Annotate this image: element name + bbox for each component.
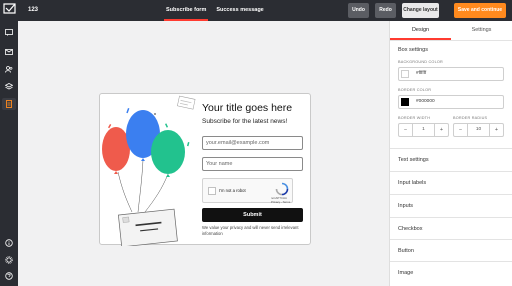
section-inputs[interactable]: Inputs — [390, 194, 512, 217]
recaptcha-terms-text: Privacy - Terms — [271, 200, 291, 204]
top-bar: 123 Subscribe form Success message Undo … — [18, 0, 512, 21]
properties-panel: Design Settings Box settings BACKGROUND … — [389, 21, 512, 286]
editor-canvas: Your title goes here Subscribe for the l… — [18, 21, 389, 286]
border-color-label: BORDER COLOR — [398, 88, 432, 92]
border-width-stepper: − 1 + — [398, 123, 449, 137]
recaptcha-label: I'm not a robot — [219, 188, 246, 193]
settings-icon[interactable] — [4, 255, 14, 265]
users-icon[interactable] — [4, 64, 14, 74]
redo-button[interactable]: Redo — [375, 3, 396, 18]
border-color-value: #000000 — [416, 99, 435, 104]
background-color-label: BACKGROUND COLOR — [398, 60, 443, 64]
box-settings-title: Box settings — [398, 47, 428, 53]
tab-settings[interactable]: Settings — [451, 21, 512, 40]
border-radius-label: BORDER RADIUS — [453, 116, 488, 120]
border-radius-value[interactable]: 10 — [467, 124, 490, 136]
section-button-label: Button — [398, 248, 414, 254]
border-radius-increment-button[interactable]: + — [490, 124, 503, 136]
recaptcha-brand: reCAPTCHA Privacy - Terms — [271, 196, 290, 204]
border-color-field[interactable]: #000000 — [398, 95, 504, 109]
editor-tabs: Subscribe form Success message — [164, 0, 272, 21]
submit-button[interactable]: Submit — [202, 208, 303, 222]
save-and-continue-button[interactable]: Save and continue — [454, 3, 506, 18]
undo-button[interactable]: Undo — [348, 3, 369, 18]
change-layout-button[interactable]: Change layout — [402, 3, 439, 18]
border-radius-stepper: − 10 + — [453, 123, 504, 137]
form-title: 123 — [28, 7, 39, 13]
background-color-swatch[interactable] — [401, 70, 409, 78]
border-radius-decrement-button[interactable]: − — [454, 124, 467, 136]
border-width-value[interactable]: 1 — [412, 124, 435, 136]
border-color-swatch[interactable] — [401, 98, 409, 106]
help-icon[interactable] — [4, 271, 14, 281]
forms-icon[interactable] — [2, 98, 16, 110]
layers-icon[interactable] — [4, 81, 14, 91]
section-button[interactable]: Button — [390, 239, 512, 262]
form-heading: Your title goes here — [202, 102, 293, 114]
section-input-labels-label: Input labels — [398, 180, 427, 186]
section-image[interactable]: Image — [390, 261, 512, 284]
section-text-settings[interactable]: Text settings — [390, 148, 512, 171]
section-checkbox-label: Checkbox — [398, 226, 423, 232]
form-subtitle: Subscribe for the latest news! — [202, 118, 288, 125]
border-width-label: BORDER WIDTH — [398, 116, 431, 120]
section-checkbox[interactable]: Checkbox — [390, 217, 512, 240]
tab-success-message[interactable]: Success message — [214, 0, 265, 21]
section-input-labels[interactable]: Input labels — [390, 171, 512, 194]
border-width-decrement-button[interactable]: − — [399, 124, 412, 136]
privacy-note: We value your privacy and will never sen… — [202, 225, 299, 236]
tab-subscribe-form[interactable]: Subscribe form — [164, 0, 209, 21]
recaptcha-checkbox[interactable] — [208, 187, 216, 195]
send-icon[interactable] — [4, 47, 14, 57]
balloons-illustration — [102, 95, 196, 246]
panel-tabs: Design Settings — [390, 21, 512, 41]
background-color-field[interactable]: #ffffff — [398, 67, 504, 81]
background-color-value: #ffffff — [416, 71, 427, 76]
section-image-label: Image — [398, 270, 414, 276]
section-inputs-label: Inputs — [398, 203, 413, 209]
recaptcha-logo-icon — [275, 182, 289, 196]
name-field[interactable]: Your name — [202, 157, 303, 171]
section-text-settings-label: Text settings — [398, 157, 429, 163]
tab-design[interactable]: Design — [390, 21, 451, 40]
info-icon[interactable] — [4, 238, 14, 248]
left-sidebar — [0, 0, 18, 286]
chat-icon[interactable] — [4, 27, 14, 37]
email-field[interactable]: your.email@example.com — [202, 136, 303, 150]
border-width-increment-button[interactable]: + — [435, 124, 448, 136]
logo-icon[interactable] — [3, 3, 16, 14]
recaptcha-widget: I'm not a robot reCAPTCHA Privacy - Term… — [202, 178, 293, 204]
subscribe-form-preview[interactable]: Your title goes here Subscribe for the l… — [99, 93, 311, 246]
